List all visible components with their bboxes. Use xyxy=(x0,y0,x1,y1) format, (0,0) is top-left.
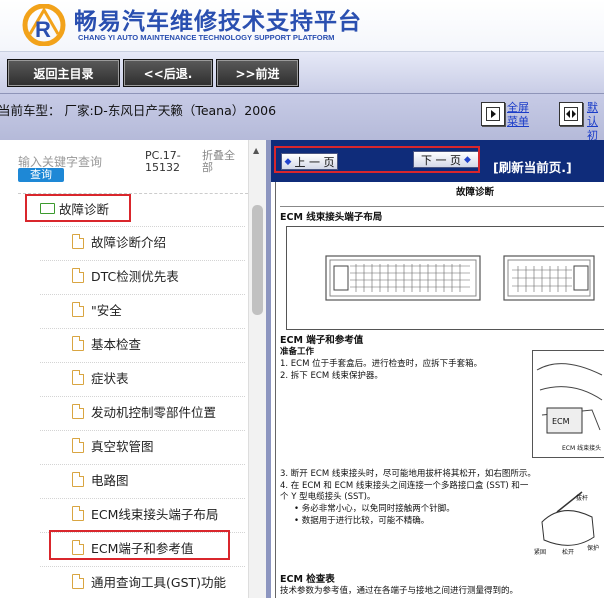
split-view-icon xyxy=(564,107,578,121)
tree-divider xyxy=(40,396,245,397)
default-view-button[interactable] xyxy=(559,102,583,126)
tree-divider xyxy=(40,498,245,499)
document-page: 故障诊断 ECM 线束接头端子布局 ECM 端子和参考值 准备工作 1. ECM… xyxy=(275,182,604,598)
tree-divider xyxy=(40,464,245,465)
tree-divider xyxy=(40,260,245,261)
back-button[interactable]: <<后退. xyxy=(123,59,213,87)
doc-step-4b: 个 Y 型电缆接头 (SST)。 xyxy=(280,492,376,502)
doc-step-3: 3. 断开 ECM 线束接头时，尽可能地用拔杆将其松开，如右图所示。 xyxy=(280,469,536,479)
ecm-label: ECM xyxy=(552,417,570,426)
doc-step-1: 1. ECM 位于手套盒后。进行检查时，应拆下手套箱。 xyxy=(280,359,483,369)
scrollbar-thumb[interactable] xyxy=(252,205,263,315)
app-header: R 畅易汽车维修技术支持平台 CHANG YI AUTO MAINTENANCE… xyxy=(0,0,604,52)
tree-item-label: 症状表 xyxy=(91,370,129,386)
tree-item[interactable]: 真空软管图 xyxy=(72,434,154,456)
scroll-up-arrow-icon[interactable]: ▲ xyxy=(253,146,259,155)
document-icon xyxy=(72,573,84,589)
home-button[interactable]: 返回主目录 xyxy=(7,59,120,87)
forward-button[interactable]: >>前进 xyxy=(216,59,299,87)
tree-item-label: 电路图 xyxy=(91,472,129,488)
doc-step-4a: 4. 在 ECM 和 ECM 线束接头之间连接一个多路接口盒 (SST) 和一 xyxy=(280,481,529,491)
tree-item[interactable]: 基本检查 xyxy=(72,332,141,354)
tree-item-label: ECM线束接头端子布局 xyxy=(91,506,219,522)
tree-divider xyxy=(40,226,245,227)
doc-footer-text: 技术参数为参考值，通过在各端子与接地之间进行测量得到的。 xyxy=(280,586,519,596)
tree-divider xyxy=(40,566,245,567)
tree-item-label: 通用查询工具(GST)功能 xyxy=(91,574,227,590)
document-panel: ◆ 上 一 页 下 一 页 ◆ [刷新当前页.] 故障诊断 ECM 线束接头端子布局 xyxy=(271,140,604,598)
doc-bullet-1: • 务必非常小心，以免同时接触两个针脚。 xyxy=(294,504,455,514)
fullscreen-label-line2: 菜单 xyxy=(507,115,529,128)
ecm-location-illustration: ECM ECM 线束接头 xyxy=(532,350,604,458)
nav-toolbar: 返回主目录 <<后退. >>前进 xyxy=(0,52,604,94)
version-label: PC.17- 15132 xyxy=(145,150,181,174)
document-icon xyxy=(72,335,84,351)
tree-item-label: 发动机控制零部件位置 xyxy=(91,404,217,420)
tree-item-label: 基本检查 xyxy=(91,336,142,352)
fasten-label: 紧固 xyxy=(534,548,546,556)
fullscreen-label-line1: 全屏 xyxy=(507,101,529,114)
tree-item-label: 真空软管图 xyxy=(91,438,154,454)
document-icon xyxy=(72,437,84,453)
document-icon xyxy=(72,505,84,521)
current-car-model: 当前车型： 厂家:D-东风日产天籁（Teana）2006 xyxy=(0,103,277,118)
tree-divider xyxy=(40,328,245,329)
tree-item[interactable]: 电路图 xyxy=(72,468,129,490)
highlight-box-page-nav xyxy=(274,146,480,173)
document-icon xyxy=(72,403,84,419)
version-line2: 15132 xyxy=(145,161,180,174)
lever-illustration: 拔杆 松开 紧固 保护 xyxy=(534,491,599,556)
catalog-sidebar: 输入关键字查询 查询 PC.17- 15132 折叠全 部 故障诊断 故障诊断介… xyxy=(0,140,268,598)
doc-prep-heading: 准备工作 xyxy=(280,347,315,357)
default-label-line1: 默认 xyxy=(587,101,598,128)
lever-label: 拔杆 xyxy=(576,494,588,502)
car-info-bar: 当前车型： 厂家:D-东风日产天籁（Teana）2006 全屏 菜单 默认 初始 xyxy=(0,94,604,156)
tree-item-label: DTC检测优先表 xyxy=(91,268,179,284)
fullscreen-link[interactable]: 全屏 菜单 xyxy=(507,101,529,129)
tree-item[interactable]: ECM线束接头端子布局 xyxy=(72,502,218,524)
svg-text:R: R xyxy=(35,17,51,42)
app-subtitle: CHANG YI AUTO MAINTENANCE TECHNOLOGY SUP… xyxy=(78,33,335,42)
tree-item-label: "安全 xyxy=(91,302,122,318)
highlight-box-folder xyxy=(25,194,131,222)
doc-bullet-2: • 数据用于进行比较，可能不精确。 xyxy=(294,516,430,526)
tree-item[interactable]: 通用查询工具(GST)功能 xyxy=(72,570,226,592)
highlight-box-selected xyxy=(49,530,230,560)
document-icon xyxy=(72,301,84,317)
doc-section-connector-layout: ECM 线束接头端子布局 xyxy=(280,212,383,223)
doc-rule xyxy=(280,206,604,207)
document-icon xyxy=(72,369,84,385)
tree-divider xyxy=(40,430,245,431)
collapse-line2: 部 xyxy=(202,161,213,174)
fullscreen-button[interactable] xyxy=(481,102,505,126)
fullscreen-icon xyxy=(486,107,500,121)
tree-item[interactable]: 发动机控制零部件位置 xyxy=(72,400,216,422)
tree-item[interactable]: 症状表 xyxy=(72,366,129,388)
tree-item-label: 故障诊断介绍 xyxy=(91,234,167,250)
document-icon xyxy=(72,471,84,487)
protector-label: 保护 xyxy=(587,544,599,552)
ecm-connector-label: ECM 线束接头 xyxy=(562,444,601,452)
query-button[interactable]: 查询 xyxy=(18,168,64,182)
tree-item[interactable]: "安全 xyxy=(72,298,122,320)
doc-section-terminals: ECM 端子和参考值 xyxy=(280,335,364,346)
tree-item[interactable]: DTC检测优先表 xyxy=(72,264,179,286)
refresh-page-link[interactable]: [刷新当前页.] xyxy=(493,157,572,176)
app-logo: R xyxy=(22,4,66,46)
document-icon xyxy=(72,267,84,283)
doc-section-check-table: ECM 检查表 xyxy=(280,574,335,585)
release-label: 松开 xyxy=(562,548,574,556)
doc-page-title: 故障诊断 xyxy=(456,187,495,198)
doc-step-2: 2. 拆下 ECM 线束保护器。 xyxy=(280,371,383,381)
tree-divider xyxy=(40,294,245,295)
app-title: 畅易汽车维修技术支持平台 xyxy=(74,9,362,35)
collapse-all-button[interactable]: 折叠全 部 xyxy=(202,150,235,174)
tree-item[interactable]: 故障诊断介绍 xyxy=(72,230,166,252)
document-icon xyxy=(72,233,84,249)
ecm-connector-diagram xyxy=(286,226,604,330)
tree-divider xyxy=(40,362,245,363)
document-nav-bar: ◆ 上 一 页 下 一 页 ◆ [刷新当前页.] xyxy=(271,140,604,182)
